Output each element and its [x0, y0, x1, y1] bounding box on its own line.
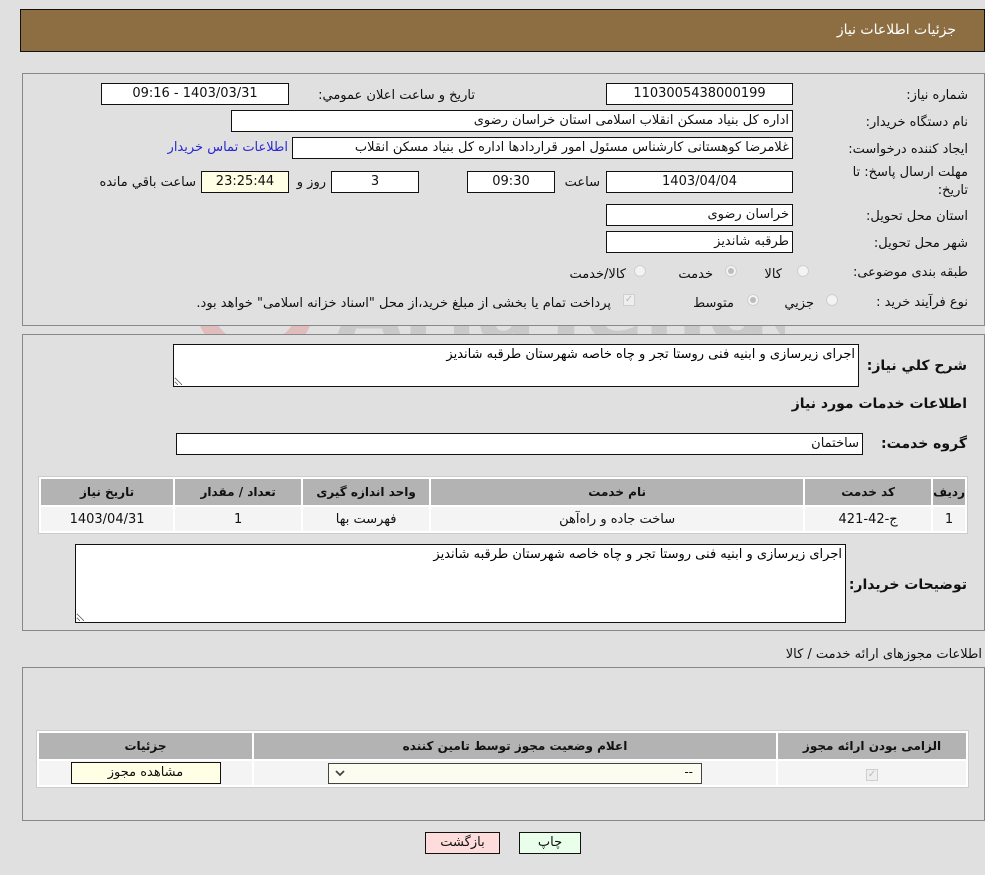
- cell-row: 1: [933, 507, 965, 531]
- cell-need-date: 1403/04/31: [41, 507, 174, 531]
- category-label: طبقه بندی موضوعی:: [852, 265, 968, 280]
- remaining-time-field: 23:25:44: [201, 171, 289, 193]
- col-permit-required: الزامی بودن ارائه مجوز: [778, 733, 966, 759]
- deadline-label: مهلت ارسال پاسخ: تا: [852, 165, 968, 180]
- permit-status-value: --: [684, 764, 693, 779]
- col-need-date: تاریخ نیاز: [41, 479, 174, 505]
- chevron-down-icon: [335, 769, 345, 776]
- view-permit-button[interactable]: مشاهده مجوز: [70, 762, 221, 784]
- permit-status-select[interactable]: --: [328, 762, 702, 784]
- deadline-date-field: 1403/04/04: [606, 171, 793, 193]
- cell-permit-status: --: [254, 761, 776, 785]
- col-service-code: کد خدمت: [805, 479, 932, 505]
- col-service-name: نام خدمت: [431, 479, 804, 505]
- cell-service-name: ساخت جاده و راه‌آهن: [431, 507, 804, 531]
- process-radio-medium[interactable]: [747, 294, 759, 306]
- page-header: جزئیات اطلاعات نیاز: [20, 9, 985, 52]
- services-table-header: ردیف کد خدمت نام خدمت واحد اندازه گیری ت…: [41, 479, 965, 505]
- service-group-label: گروه خدمت:: [881, 436, 967, 452]
- col-quantity: تعداد / مقدار: [175, 479, 302, 505]
- buyer-org-label: نام دستگاه خریدار:: [865, 115, 968, 130]
- description-label: شرح کلي نياز:: [866, 358, 967, 374]
- deadline-label-2: تاریخ:: [937, 183, 968, 198]
- process-medium-label: متوسط: [693, 296, 734, 311]
- buyer-org-field: اداره کل بنیاد مسکن انقلاب اسلامی استان …: [231, 110, 793, 132]
- cell-permit-details: مشاهده مجوز: [39, 761, 252, 785]
- province-field: خراسان رضوی: [606, 204, 793, 226]
- remaining-label: ساعت باقي مانده: [99, 175, 196, 190]
- table-row: 1 ج-42-421 ساخت جاده و راه‌آهن فهرست بها…: [41, 507, 965, 531]
- creator-label: ایجاد کننده درخواست:: [848, 142, 968, 157]
- need-number-field: 1103005438000199: [606, 83, 793, 105]
- process-minor-label: جزيي: [784, 296, 814, 311]
- service-group-field: ساختمان: [176, 433, 863, 455]
- announce-label: تاریخ و ساعت اعلان عمومي:: [318, 88, 475, 103]
- cell-service-code: ج-42-421: [805, 507, 932, 531]
- payment-treasury-checkbox[interactable]: ✓: [623, 294, 635, 306]
- col-permit-details: جزئیات: [39, 733, 252, 759]
- need-number-label: شماره نیاز:: [906, 88, 968, 103]
- permits-title: اطلاعات مجوزهای ارائه خدمت / کالا: [785, 647, 982, 662]
- category-service-label: خدمت: [678, 267, 713, 282]
- buyer-notes-label: توضیحات خریدار:: [848, 577, 967, 593]
- category-radio-goods[interactable]: [797, 265, 809, 277]
- permits-table-header: الزامی بودن ارائه مجوز اعلام وضعیت مجوز …: [39, 733, 966, 759]
- category-radio-service[interactable]: [725, 265, 737, 277]
- buyer-notes-textarea[interactable]: اجرای زیرسازی و ابنیه فنی روستا تجر و چا…: [75, 544, 846, 623]
- days-field: 3: [331, 171, 419, 193]
- cell-permit-required: ✓: [778, 761, 966, 785]
- col-row: ردیف: [933, 479, 965, 505]
- permits-table: الزامی بودن ارائه مجوز اعلام وضعیت مجوز …: [36, 730, 969, 788]
- creator-field: غلامرضا کوهستانی کارشناس مسئول امور قرار…: [292, 137, 793, 159]
- page-title: جزئیات اطلاعات نیاز: [836, 22, 956, 38]
- cell-quantity: 1: [175, 507, 302, 531]
- table-row: ✓ -- مشاهده مجوز: [39, 761, 966, 785]
- process-radio-minor[interactable]: [826, 294, 838, 306]
- services-table: ردیف کد خدمت نام خدمت واحد اندازه گیری ت…: [38, 476, 968, 534]
- cell-unit: فهرست بها: [303, 507, 430, 531]
- col-permit-status: اعلام وضعیت مجوز توسط تامین کننده: [254, 733, 776, 759]
- process-label: نوع فرآیند خرید :: [876, 295, 968, 310]
- back-button[interactable]: بازگشت: [425, 832, 500, 854]
- days-label: روز و: [296, 175, 326, 190]
- print-button[interactable]: چاپ: [519, 832, 581, 854]
- buyer-contact-link[interactable]: اطلاعات تماس خریدار: [168, 140, 288, 155]
- services-section-title: اطلاعات خدمات مورد نیاز: [791, 396, 967, 412]
- description-textarea[interactable]: اجرای زیرسازی و ابنیه فنی روستا تجر و چا…: [173, 344, 859, 387]
- deadline-time-field: 09:30: [467, 171, 555, 193]
- category-goods-label: کالا: [764, 267, 782, 282]
- permit-required-checkbox[interactable]: ✓: [866, 768, 878, 781]
- announce-datetime-field: 1403/03/31 - 09:16: [101, 83, 289, 105]
- province-label: استان محل تحویل:: [866, 209, 968, 224]
- payment-note: پرداخت تمام یا بخشی از مبلغ خرید،از محل …: [196, 296, 611, 311]
- category-goods-service-label: کالا/خدمت: [569, 267, 626, 282]
- time-label: ساعت: [564, 175, 600, 190]
- category-radio-goods-service[interactable]: [634, 265, 646, 277]
- city-field: طرقبه شاندیز: [606, 231, 793, 253]
- city-label: شهر محل تحویل:: [873, 236, 968, 251]
- col-unit: واحد اندازه گیری: [303, 479, 430, 505]
